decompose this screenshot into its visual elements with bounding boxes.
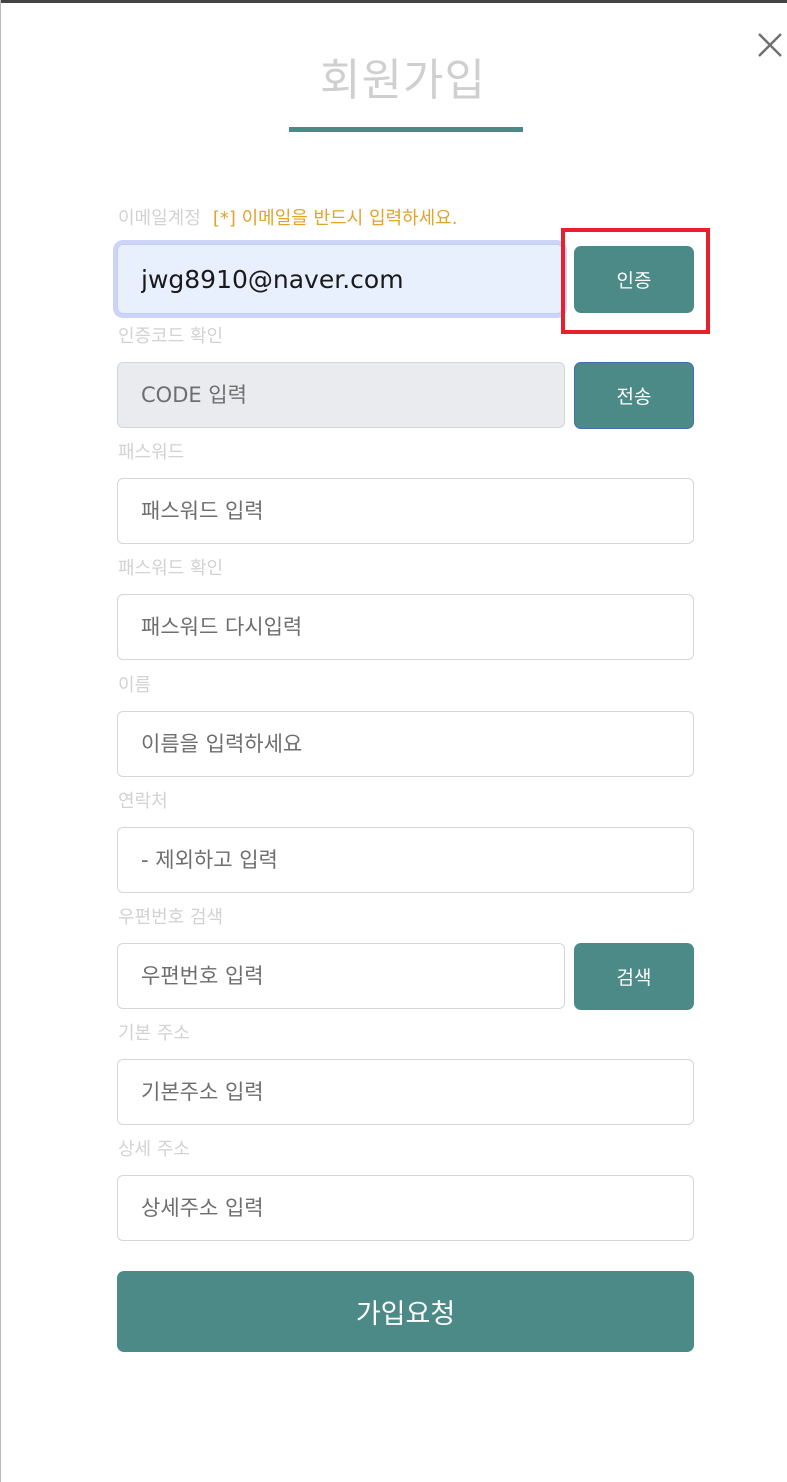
password-confirm-label: 패스워드 확인 [118, 558, 224, 579]
zipcode-search-button[interactable]: 검색 [574, 943, 694, 1010]
address-input[interactable] [117, 1059, 694, 1125]
code-input[interactable] [117, 362, 565, 428]
name-input[interactable] [117, 711, 694, 777]
submit-button[interactable]: 가입요청 [117, 1271, 694, 1352]
highlight-annotation [561, 228, 710, 334]
password-input[interactable] [117, 478, 694, 544]
zipcode-input[interactable] [117, 943, 565, 1009]
address-label: 기본 주소 [118, 1023, 190, 1044]
window-left-border [0, 0, 1, 1482]
page-title: 회원가입 [320, 55, 486, 106]
email-input[interactable] [117, 244, 563, 314]
title-underline [289, 127, 523, 132]
phone-label: 연락처 [118, 791, 168, 812]
email-label: 이메일계정 [118, 208, 201, 229]
address-detail-label: 상세 주소 [118, 1139, 190, 1160]
password-label: 패스워드 [118, 442, 185, 463]
email-required-hint: [*] 이메일을 반드시 입력하세요. [212, 208, 458, 229]
email-label-row: 이메일계정 [*] 이메일을 반드시 입력하세요. [118, 208, 457, 230]
address-detail-input[interactable] [117, 1175, 694, 1241]
window-top-border [0, 0, 787, 3]
code-label: 인증코드 확인 [118, 326, 224, 347]
zipcode-label: 우편번호 검색 [118, 907, 224, 928]
password-confirm-input[interactable] [117, 594, 694, 660]
name-label: 이름 [118, 675, 152, 696]
send-code-button[interactable]: 전송 [574, 362, 694, 429]
phone-input[interactable] [117, 827, 694, 893]
